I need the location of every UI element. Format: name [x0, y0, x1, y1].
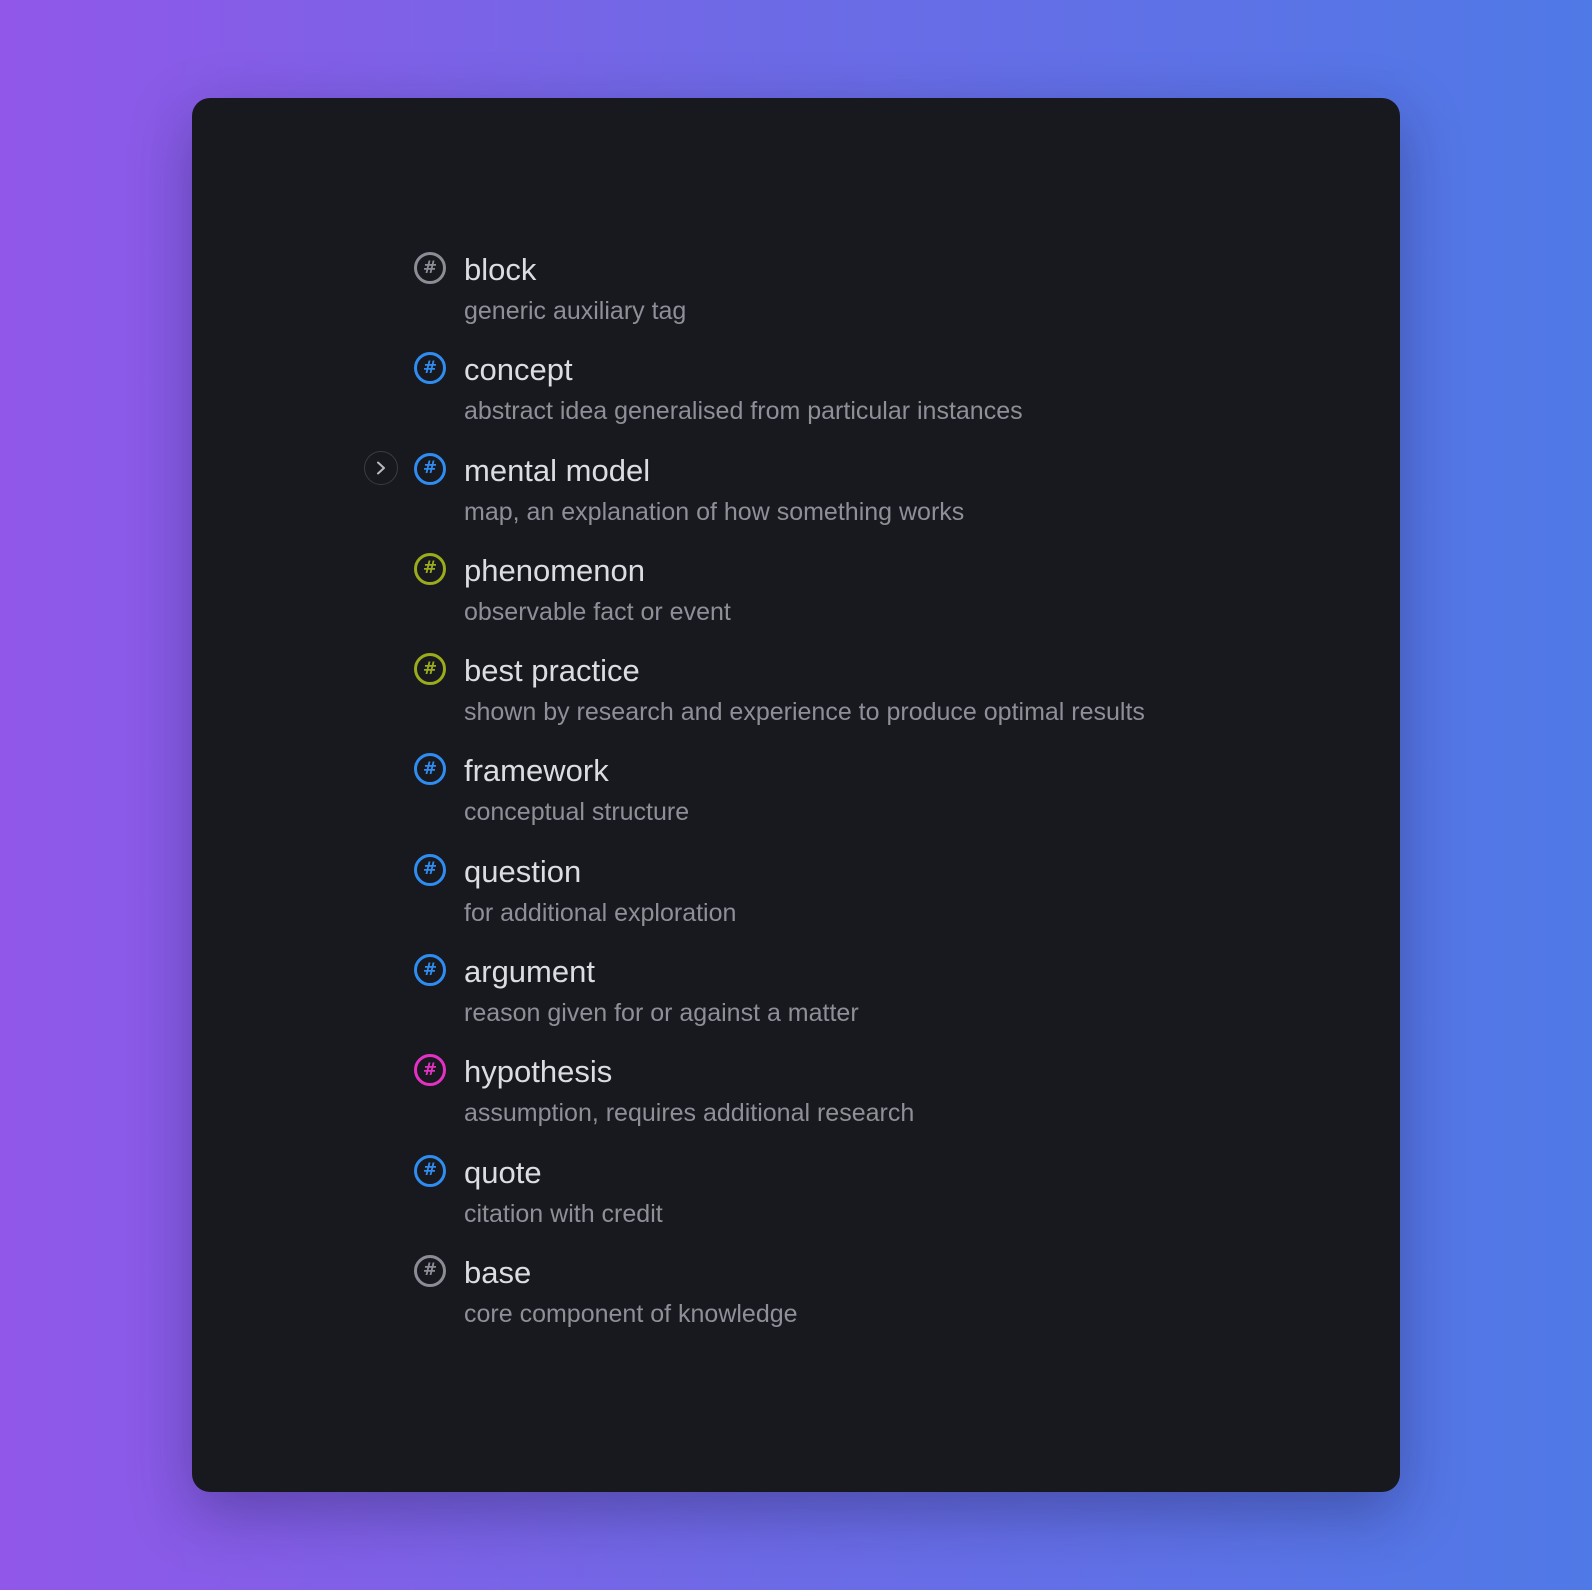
tag-description: for additional exploration [464, 898, 737, 927]
hash-icon: # [414, 552, 446, 585]
tag-panel: # block generic auxiliary tag # concept … [192, 98, 1400, 1492]
tag-description: observable fact or event [464, 597, 731, 626]
hash-icon: # [414, 753, 446, 786]
tag-description: core component of knowledge [464, 1299, 798, 1328]
tag-name[interactable]: phenomenon [464, 551, 1400, 591]
list-item-mental-model[interactable]: # mental model map, an explanation of ho… [192, 450, 1400, 551]
list-item-hypothesis[interactable]: # hypothesis assumption, requires additi… [192, 1052, 1400, 1152]
list-item-base[interactable]: # base core component of knowledge [192, 1253, 1400, 1353]
tag-name[interactable]: quote [464, 1153, 1400, 1193]
list-item-block[interactable]: # block generic auxiliary tag [192, 250, 1400, 350]
tag-description: map, an explanation of how something wor… [464, 497, 965, 526]
tag-name[interactable]: best practice [464, 651, 1400, 691]
tag-description: reason given for or against a matter [464, 999, 859, 1028]
tag-name[interactable]: argument [464, 952, 1400, 992]
list-item-phenomenon[interactable]: # phenomenon observable fact or event [192, 551, 1400, 651]
tag-name[interactable]: block [464, 250, 1400, 290]
list-item-best-practice[interactable]: # best practice shown by research and ex… [192, 651, 1400, 751]
list-item-framework[interactable]: # framework conceptual structure [192, 751, 1400, 851]
tag-description: citation with credit [464, 1199, 663, 1228]
hash-icon: # [414, 653, 446, 686]
tag-name[interactable]: framework [464, 751, 1400, 791]
hash-icon: # [414, 1254, 446, 1287]
tag-description: conceptual structure [464, 798, 690, 827]
tag-description: abstract idea generalised from particula… [464, 397, 1023, 426]
hash-icon: # [414, 452, 446, 485]
tag-name[interactable]: hypothesis [464, 1052, 1400, 1092]
list-item-argument[interactable]: # argument reason given for or against a… [192, 952, 1400, 1052]
tag-list: # block generic auxiliary tag # concept … [192, 250, 1400, 1353]
list-item-quote[interactable]: # quote citation with credit [192, 1153, 1400, 1253]
tag-description: shown by research and experience to prod… [464, 698, 1145, 727]
tag-name[interactable]: concept [464, 350, 1400, 390]
hash-icon: # [414, 853, 446, 886]
tag-description: generic auxiliary tag [464, 297, 687, 325]
expand-toggle-button[interactable] [364, 450, 398, 485]
tag-name[interactable]: mental model [464, 451, 1400, 491]
list-item-question[interactable]: # question for additional exploration [192, 852, 1400, 952]
tag-name[interactable]: base [464, 1253, 1400, 1293]
hash-icon: # [414, 954, 446, 987]
hash-icon: # [414, 252, 446, 284]
chevron-right-icon [377, 461, 385, 475]
tag-description: assumption, requires additional research [464, 1099, 915, 1128]
hash-icon: # [414, 1054, 446, 1087]
hash-icon: # [414, 352, 446, 385]
hash-icon: # [414, 1154, 446, 1187]
list-item-concept[interactable]: # concept abstract idea generalised from… [192, 350, 1400, 450]
tag-name[interactable]: question [464, 852, 1400, 892]
